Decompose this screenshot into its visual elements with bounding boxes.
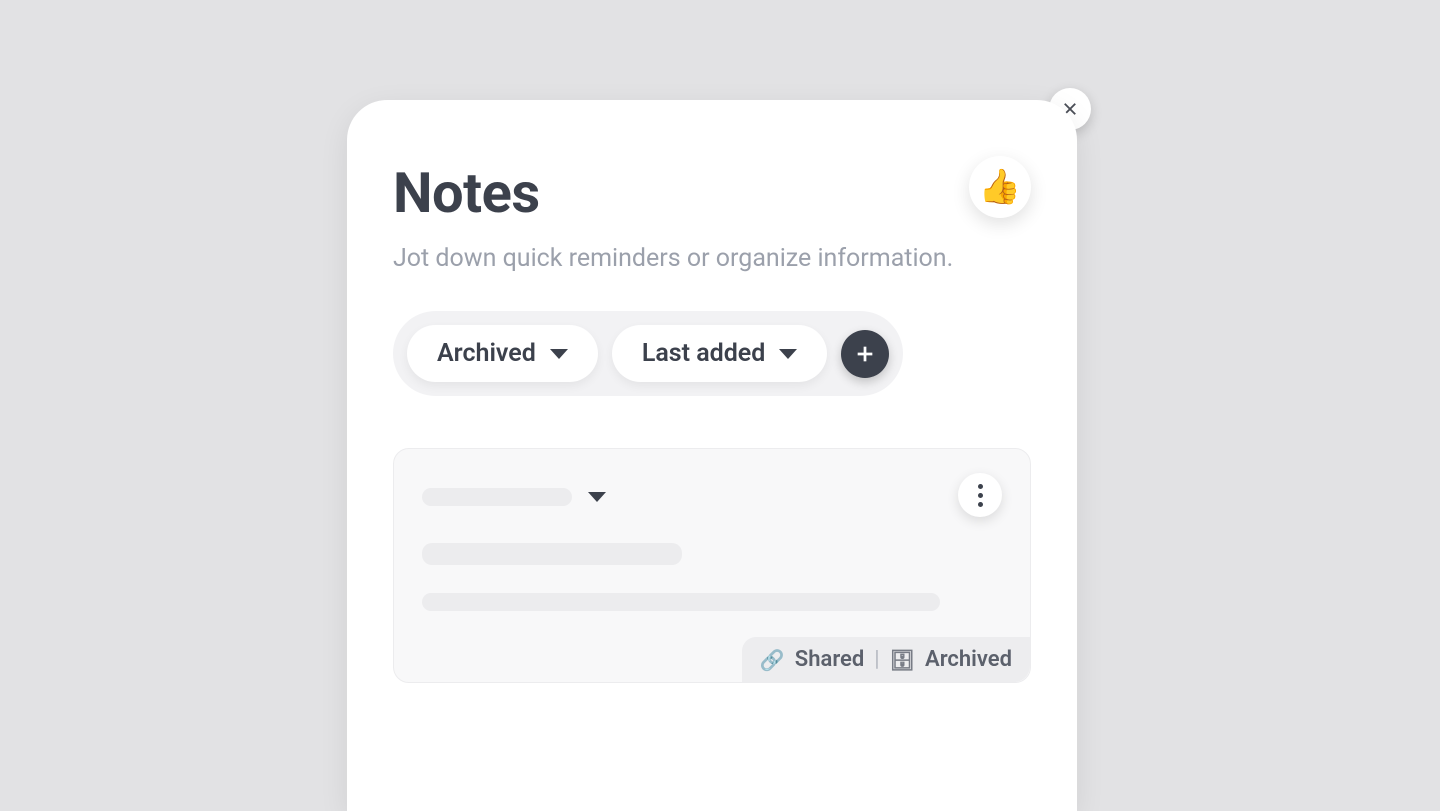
filter-bar: Archived Last added bbox=[393, 311, 903, 396]
note-line-placeholder bbox=[422, 593, 940, 611]
page-subtitle: Jot down quick reminders or organize inf… bbox=[393, 244, 1031, 273]
note-title-dropdown[interactable] bbox=[422, 488, 606, 506]
chevron-down-icon bbox=[550, 349, 568, 359]
tag-separator: | bbox=[874, 647, 879, 672]
note-more-button[interactable] bbox=[958, 473, 1002, 517]
link-icon: 🔗 bbox=[760, 648, 785, 672]
note-title-placeholder bbox=[422, 488, 572, 506]
more-vertical-icon bbox=[978, 484, 983, 507]
thumbs-up-icon: 👍 bbox=[979, 167, 1021, 207]
chevron-down-icon bbox=[588, 492, 606, 502]
shared-tag: Shared bbox=[795, 647, 864, 672]
status-filter-dropdown[interactable]: Archived bbox=[407, 325, 598, 382]
archive-icon: 🗄 bbox=[890, 648, 915, 672]
note-tags: 🔗 Shared | 🗄 Archived bbox=[422, 637, 1030, 682]
panel-header: Notes 👍 bbox=[393, 160, 1031, 226]
note-line-placeholder bbox=[422, 543, 682, 565]
sort-dropdown[interactable]: Last added bbox=[612, 325, 828, 382]
add-note-button[interactable] bbox=[841, 330, 889, 378]
page-title: Notes bbox=[393, 160, 540, 226]
note-card-header bbox=[422, 477, 1002, 517]
note-card: 🔗 Shared | 🗄 Archived bbox=[393, 448, 1031, 683]
reaction-button[interactable]: 👍 bbox=[969, 156, 1031, 218]
archived-tag: Archived bbox=[925, 647, 1012, 672]
sort-label: Last added bbox=[642, 339, 766, 368]
chevron-down-icon bbox=[779, 349, 797, 359]
status-filter-label: Archived bbox=[437, 339, 536, 368]
notes-panel: Notes 👍 Jot down quick reminders or orga… bbox=[347, 100, 1077, 811]
plus-icon bbox=[854, 343, 876, 365]
